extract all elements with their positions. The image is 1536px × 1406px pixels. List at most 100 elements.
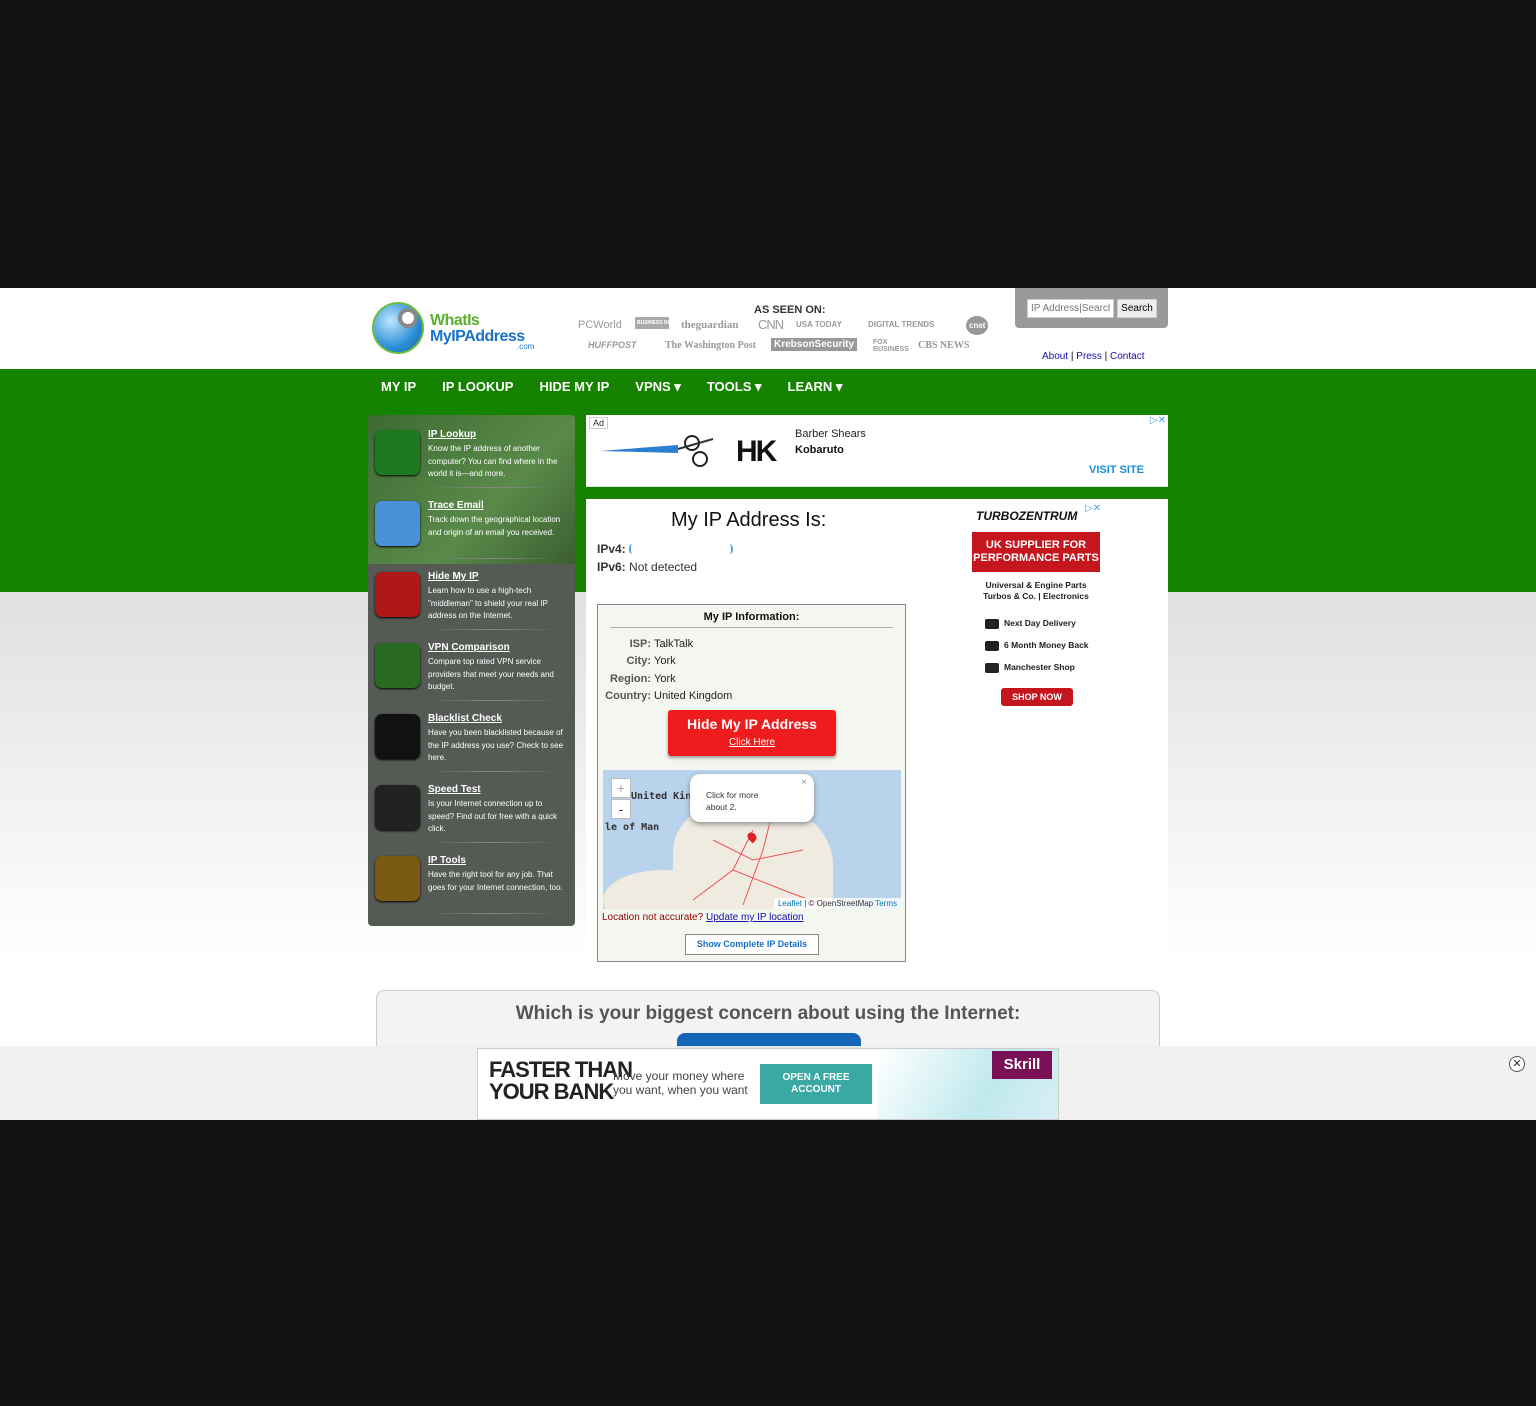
ad-brand-logo: Skrill [992,1051,1052,1079]
ip-lookup-icon [375,430,420,475]
region-row: Region: York [602,673,902,685]
press-link[interactable]: Press [1076,351,1102,362]
ip-info-title: My IP Information: [610,611,893,628]
blacklist-icon [375,714,420,759]
shop-now-button[interactable]: SHOP NOW [1001,688,1073,706]
sidebar-item[interactable]: Hide My IP Learn how to use a high-tech "… [368,559,575,630]
about-link[interactable]: About [1042,351,1068,362]
close-icon[interactable]: ✕ [1509,1056,1525,1072]
sidebar-item-title[interactable]: Speed Test [428,784,481,795]
sidebar-item[interactable]: VPN Comparison Compare top rated VPN serv… [368,630,575,701]
ad-sub1: Universal & Engine Parts [985,580,1087,590]
shop-icon [985,662,999,673]
country-label: Country: [605,690,651,702]
nav-learn[interactable]: LEARN ▾ [775,369,856,403]
leaflet-link[interactable]: Leaflet [778,899,802,908]
isp-value: TalkTalk [654,638,694,650]
media-logo: HUFFPOST [588,340,637,350]
ad-feature-text: Manchester Shop [1004,662,1075,672]
media-logo: DIGITAL TRENDS [868,320,935,329]
nav-my-ip[interactable]: MY IP [368,369,429,403]
popup-close-icon[interactable]: × [801,777,807,788]
show-details-button[interactable]: Show Complete IP Details [685,934,819,955]
main-nav: MY IP IP LOOKUP HIDE MY IP VPNS ▾ TOOLS … [368,369,855,403]
media-logo: KrebsonSecurity [771,338,858,351]
sidebar-item-desc: Learn how to use a high-tech "middleman"… [428,586,548,620]
ipv6-value: Not detected [629,560,698,574]
as-seen-on-caption: AS SEEN ON: [754,304,826,316]
ad-headline: Barber Shears [795,428,866,440]
side-ad[interactable]: ▷✕ TURBOZENTRUM UK SUPPLIER FOR PERFORMA… [971,501,1101,711]
hide-my-ip-button[interactable]: Hide My IP Address Click Here [668,710,836,756]
map-label-country: United King [631,791,698,802]
location-map[interactable]: United King le of Man + - Click for more… [603,770,901,909]
city-value: York [654,655,676,667]
isp-label: ISP: [629,638,651,650]
map-attribution: Leaflet | © OpenStreetMap Terms [773,898,901,909]
ad-brand: Kobaruto [795,444,844,456]
sidebar-item[interactable]: Trace Email Track down the geographical l… [368,488,575,559]
sidebar-item[interactable]: Speed Test Is your Internet connection up… [368,772,575,843]
ad-headline: FASTER THAN YOUR BANK [489,1059,633,1103]
sidebar-item[interactable]: Blacklist Check Have you been blacklisted… [368,701,575,772]
contact-link[interactable]: Contact [1110,351,1144,362]
search-panel: Search [1015,288,1168,328]
site-logo[interactable]: WhatIs MyIPAddress .com [372,302,542,356]
sidebar-item-title[interactable]: IP Lookup [428,429,476,440]
bottom-banner-ad[interactable]: FASTER THAN YOUR BANK Move your money whe… [477,1048,1059,1120]
osm-credit: | © OpenStreetMap [804,899,874,908]
ad-close-icon[interactable]: ▷✕ [1150,415,1166,426]
top-banner-ad[interactable]: Ad HK Barber Shears Kobaruto VISIT SITE … [586,415,1168,487]
sidebar-item-title[interactable]: VPN Comparison [428,642,510,653]
hide-my-ip-title: Hide My IP Address [687,716,817,732]
ad-brand: TURBOZENTRUM [976,509,1078,523]
sidebar-item-title[interactable]: Trace Email [428,500,484,511]
media-logo: theguardian [681,319,739,331]
location-not-accurate-text: Location not accurate? [602,912,704,923]
sidebar-item-title[interactable]: IP Tools [428,855,466,866]
magnifier-icon [398,308,418,328]
media-logo: USA TODAY [796,320,842,329]
sidebar: IP Lookup Know the IP address of another … [368,415,575,926]
top-links: About | Press | Contact [1042,351,1145,362]
ad-close-icon[interactable]: ▷✕ [1085,503,1101,514]
country-value: United Kingdom [654,690,733,702]
poll-question: Which is your biggest concern about usin… [515,1003,1021,1024]
logo-text-line2: MyIPAddress [430,328,525,345]
zoom-in-button[interactable]: + [611,778,631,798]
region-label: Region: [610,673,651,685]
sidebar-item[interactable]: IP Lookup Know the IP address of another … [368,417,575,488]
ip-info-box: My IP Information: ISP: TalkTalk City: Yor… [597,604,906,962]
main-panel: My IP Address Is: IPv4: IPv6: Not detect… [586,499,1168,969]
ad-banner: UK SUPPLIER FOR PERFORMANCE PARTS [972,532,1100,572]
visit-site-button[interactable]: VISIT SITE [1089,464,1144,476]
terms-link[interactable]: Terms [875,899,897,908]
country-row: Country: United Kingdom [602,690,902,702]
search-input[interactable] [1027,299,1114,318]
globe-icon [372,302,424,354]
map-popup[interactable]: Click for more about 2. × [690,774,814,822]
map-popup-text: Click for more [706,790,759,800]
sidebar-item[interactable]: IP Tools Have the right tool for any job.… [368,843,575,914]
open-account-button[interactable]: OPEN A FREE ACCOUNT [760,1064,872,1104]
ad-label: Ad [589,417,609,429]
nav-hide-my-ip[interactable]: HIDE MY IP [526,369,622,403]
ad-subtext: Move your money where you want, when you … [613,1069,748,1097]
sidebar-item-title[interactable]: Blacklist Check [428,713,502,724]
ipv6-label: IPv6: [597,560,626,574]
sidebar-item-title[interactable]: Hide My IP [428,571,479,582]
loading-spinner-icon [629,543,734,556]
search-button[interactable]: Search [1117,299,1157,318]
update-location-link[interactable]: Update my IP location [706,912,804,923]
nav-vpns[interactable]: VPNS ▾ [622,369,694,403]
nav-ip-lookup[interactable]: IP LOOKUP [429,369,526,403]
sidebar-item-desc: Track down the geographical location and… [428,515,561,537]
trace-email-icon [375,501,420,546]
hide-my-ip-link[interactable]: Click Here [668,737,836,748]
page: WhatIs MyIPAddress .com AS SEEN ON: PCWo… [0,288,1536,1120]
page-title: My IP Address Is: [671,509,827,531]
truck-icon [985,618,999,629]
zoom-out-button[interactable]: - [611,799,631,819]
nav-tools[interactable]: TOOLS ▾ [694,369,775,403]
ad-brand-logo: HK [736,435,777,468]
